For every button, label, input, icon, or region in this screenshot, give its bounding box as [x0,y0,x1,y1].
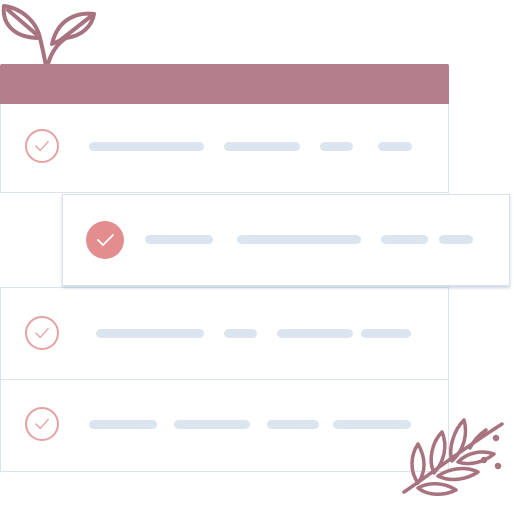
text-placeholder-line [267,420,319,429]
text-placeholder-line [174,420,250,429]
list-item[interactable] [0,104,449,193]
fern-branch-icon [402,418,504,496]
list-item[interactable] [0,380,449,472]
text-placeholder-line [145,235,213,244]
text-placeholder-line [224,329,257,338]
checkmark-circle-outline-icon[interactable] [25,129,59,163]
fern-strokes [402,418,504,496]
text-placeholder-line [277,329,353,338]
text-placeholder-line [224,142,300,151]
list-header-bar [0,64,449,104]
text-placeholder-line [89,420,157,429]
text-placeholder-line [378,142,412,151]
list-item-highlighted[interactable] [62,194,510,286]
checklist-illustration [0,0,514,512]
text-placeholder-line [361,329,411,338]
checkmark-circle-filled-icon[interactable] [86,221,124,259]
checkmark-circle-outline-icon[interactable] [25,316,59,350]
text-placeholder-line [439,235,473,244]
text-placeholder-line [96,329,204,338]
text-placeholder-line [89,142,204,151]
text-placeholder-line [381,235,428,244]
text-placeholder-line [237,235,361,244]
sprout-leaf-icon [1,4,96,68]
list-item[interactable] [0,287,449,380]
text-placeholder-line [320,142,353,151]
sprout-strokes [1,4,96,68]
checkmark-circle-outline-icon[interactable] [25,407,59,441]
